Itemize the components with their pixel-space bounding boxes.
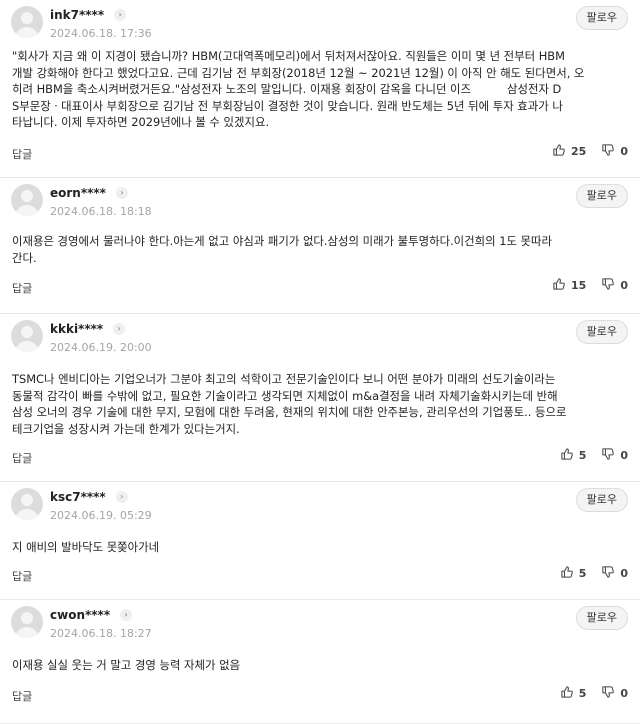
avatar[interactable] bbox=[11, 320, 43, 352]
comment-text-line: 동물적 감각이 빠를 수밖에 없고, 필요한 기술이라고 생각되면 지체없이 m… bbox=[12, 388, 558, 403]
dislike-count: 0 bbox=[620, 567, 628, 580]
like-count: 15 bbox=[571, 279, 587, 292]
username[interactable]: ink7**** bbox=[50, 8, 104, 22]
avatar[interactable] bbox=[11, 6, 43, 38]
avatar[interactable] bbox=[11, 488, 43, 520]
comment-text-line: "회사가 지금 왜 이 지경이 됐습니까? HBM(고대역폭메모리)에서 뒤처져… bbox=[12, 49, 565, 63]
reply-button[interactable]: 답글 bbox=[12, 688, 32, 704]
comment-body: 이재용 실실 웃는 거 말고 경영 능력 자체가 없음 bbox=[12, 657, 628, 674]
comment-text-line: 삼성 오너의 경우 기술에 대한 무지, 모험에 대한 두려움, 현재의 위치에… bbox=[12, 405, 567, 419]
thumbs-up-icon bbox=[561, 566, 579, 581]
redacted-tail-text: 삼성전자 D bbox=[507, 82, 562, 96]
comment-body: "회사가 지금 왜 이 지경이 됐습니까? HBM(고대역폭메모리)에서 뒤처져… bbox=[12, 48, 628, 131]
avatar[interactable] bbox=[11, 184, 43, 216]
comment-body: TSMC나 엔비디아는 기업오너가 그분야 최고의 석학이고 전문기술인이다 보… bbox=[12, 371, 628, 437]
like-count: 25 bbox=[571, 145, 587, 158]
username[interactable]: ksc7**** bbox=[50, 490, 106, 504]
thumbs-down-icon bbox=[602, 144, 620, 159]
comment-text-line: 이재용 실실 웃는 거 말고 경영 능력 자체가 없음 bbox=[12, 658, 241, 672]
comment-body: 지 애비의 발바닥도 못쫒아가네 bbox=[12, 539, 628, 556]
thumbs-up-icon bbox=[553, 144, 571, 159]
like-button[interactable]: 5 bbox=[561, 566, 587, 581]
comment-timestamp: 2024.06.18. 17:36 bbox=[50, 27, 152, 40]
dislike-count: 0 bbox=[620, 687, 628, 700]
thumbs-down-icon bbox=[602, 566, 620, 581]
reply-button[interactable]: 답글 bbox=[12, 568, 32, 584]
thumbs-down-icon bbox=[602, 686, 620, 701]
username[interactable]: cwon**** bbox=[50, 608, 110, 622]
dislike-button[interactable]: 0 bbox=[602, 448, 628, 463]
comment-timestamp: 2024.06.19. 20:00 bbox=[50, 341, 152, 354]
comment-text-line: 히려 HBM을 축소시켜버렸거든요."삼성전자 노조의 말입니다. 이재용 회장… bbox=[12, 82, 472, 96]
comment-text-line: 간다. bbox=[12, 250, 37, 265]
comment-item: cwon**** › 2024.06.18. 18:27 팔로우이재용 실실 웃는 거… bbox=[0, 600, 640, 724]
like-button[interactable]: 5 bbox=[561, 448, 587, 463]
comment-timestamp: 2024.06.18. 18:27 bbox=[50, 627, 152, 640]
follow-button[interactable]: 팔로우 bbox=[575, 606, 628, 630]
comment-item: ksc7**** › 2024.06.19. 05:29 팔로우지 애비의 발바닥도 … bbox=[0, 482, 640, 600]
comment-text-line: TSMC나 엔비디아는 기업오너가 그분야 최고의 석학이고 전문기술인이다 보… bbox=[12, 372, 556, 386]
follow-button[interactable]: 팔로우 bbox=[575, 488, 628, 512]
comment-text-line: 타납니다. 이제 투자하면 2029년에나 볼 수 있겠지요. bbox=[12, 115, 270, 129]
thumbs-down-icon bbox=[602, 448, 620, 463]
comment-text-line: 지 애비의 발바닥도 못쫒아가네 bbox=[12, 540, 160, 554]
reply-button[interactable]: 답글 bbox=[12, 450, 32, 466]
like-count: 5 bbox=[578, 449, 587, 462]
username[interactable]: kkki**** bbox=[50, 322, 103, 336]
dislike-count: 0 bbox=[620, 279, 628, 292]
thumbs-up-icon bbox=[561, 686, 579, 701]
comment-text-line: S부문장ㆍ대표이사 부회장으로 김기남 전 부회장님이 결정한 것이 맞습니다.… bbox=[12, 98, 563, 113]
comment-timestamp: 2024.06.18. 18:18 bbox=[50, 205, 152, 218]
dislike-button[interactable]: 0 bbox=[602, 144, 628, 159]
comment-body: 이재용은 경영에서 물러나야 한다.아는게 없고 야심과 패기가 없다.삼성의 … bbox=[12, 233, 628, 266]
follow-button[interactable]: 팔로우 bbox=[575, 184, 628, 208]
like-button[interactable]: 15 bbox=[553, 278, 586, 293]
dislike-button[interactable]: 0 bbox=[602, 686, 628, 701]
username[interactable]: eorn**** bbox=[50, 186, 106, 200]
chevron-right-icon[interactable]: › bbox=[115, 491, 128, 503]
dislike-count: 0 bbox=[620, 145, 628, 158]
follow-button[interactable]: 팔로우 bbox=[575, 6, 628, 30]
comment-item: kkki**** › 2024.06.19. 20:00 팔로우 TSMC나 엔비디아는… bbox=[0, 314, 640, 482]
comment-text-line: 이재용은 경영에서 물러나야 한다.아는게 없고 야심과 패기가 없다.삼성의 … bbox=[12, 234, 552, 248]
comment-timestamp: 2024.06.19. 05:29 bbox=[50, 509, 152, 522]
chevron-right-icon[interactable]: › bbox=[115, 187, 128, 199]
reply-button[interactable]: 답글 bbox=[12, 146, 32, 162]
avatar[interactable] bbox=[11, 606, 43, 638]
thumbs-up-icon bbox=[561, 448, 579, 463]
comment-text-line: 테크기업을 성장시켜 가는데 한계가 있다는거지. bbox=[12, 421, 240, 436]
dislike-count: 0 bbox=[620, 449, 628, 462]
chevron-right-icon[interactable]: › bbox=[120, 609, 133, 621]
comment-item: eorn**** › 2024.06.18. 18:18 팔로우이재용은 경영에서 물… bbox=[0, 178, 640, 314]
chevron-right-icon[interactable]: › bbox=[114, 9, 127, 21]
reply-button[interactable]: 답글 bbox=[12, 280, 32, 296]
chevron-right-icon[interactable]: › bbox=[113, 323, 126, 335]
comment-item: ink7**** › 2024.06.18. 17:36 팔로우 "회사가 지금 왜 이… bbox=[0, 0, 640, 178]
comment-text-line: 개발 강화해야 한다고 했었다고요. 근데 김기남 전 부회장(2018년 12… bbox=[12, 65, 585, 80]
follow-button[interactable]: 팔로우 bbox=[575, 320, 628, 344]
like-button[interactable]: 25 bbox=[553, 144, 586, 159]
thumbs-down-icon bbox=[602, 278, 620, 293]
dislike-button[interactable]: 0 bbox=[602, 566, 628, 581]
dislike-button[interactable]: 0 bbox=[602, 278, 628, 293]
like-count: 5 bbox=[578, 687, 587, 700]
like-button[interactable]: 5 bbox=[561, 686, 587, 701]
like-count: 5 bbox=[578, 567, 587, 580]
thumbs-up-icon bbox=[553, 278, 571, 293]
